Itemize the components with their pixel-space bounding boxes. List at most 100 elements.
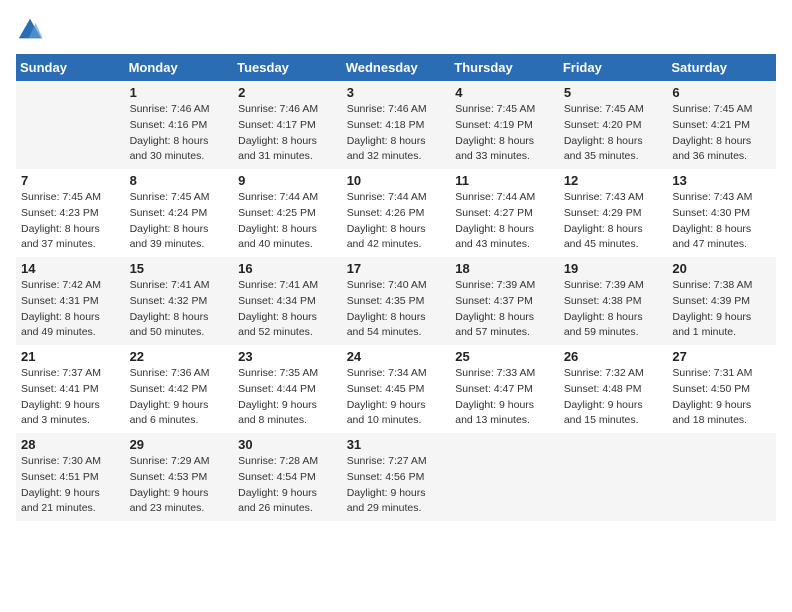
calendar-cell: 16 Sunrise: 7:41 AMSunset: 4:34 PMDaylig…: [233, 257, 342, 345]
day-number: 18: [455, 261, 554, 276]
day-info: Sunrise: 7:45 AMSunset: 4:24 PMDaylight:…: [130, 190, 229, 253]
day-info: Sunrise: 7:45 AMSunset: 4:21 PMDaylight:…: [672, 102, 771, 165]
day-number: 15: [130, 261, 229, 276]
day-info: Sunrise: 7:39 AMSunset: 4:37 PMDaylight:…: [455, 278, 554, 341]
calendar-cell: 23 Sunrise: 7:35 AMSunset: 4:44 PMDaylig…: [233, 345, 342, 433]
calendar-cell: 12 Sunrise: 7:43 AMSunset: 4:29 PMDaylig…: [559, 169, 668, 257]
calendar-cell: 10 Sunrise: 7:44 AMSunset: 4:26 PMDaylig…: [342, 169, 451, 257]
day-number: 1: [130, 85, 229, 100]
day-number: 22: [130, 349, 229, 364]
calendar-cell: 3 Sunrise: 7:46 AMSunset: 4:18 PMDayligh…: [342, 81, 451, 169]
calendar-cell: 2 Sunrise: 7:46 AMSunset: 4:17 PMDayligh…: [233, 81, 342, 169]
day-number: 19: [564, 261, 663, 276]
day-info: Sunrise: 7:45 AMSunset: 4:19 PMDaylight:…: [455, 102, 554, 165]
calendar-week-row: 7 Sunrise: 7:45 AMSunset: 4:23 PMDayligh…: [16, 169, 776, 257]
day-info: Sunrise: 7:32 AMSunset: 4:48 PMDaylight:…: [564, 366, 663, 429]
weekday-header: Tuesday: [233, 54, 342, 81]
day-number: 7: [21, 173, 120, 188]
day-info: Sunrise: 7:38 AMSunset: 4:39 PMDaylight:…: [672, 278, 771, 341]
day-info: Sunrise: 7:40 AMSunset: 4:35 PMDaylight:…: [347, 278, 446, 341]
page-header: [16, 16, 776, 44]
calendar-cell: 21 Sunrise: 7:37 AMSunset: 4:41 PMDaylig…: [16, 345, 125, 433]
day-info: Sunrise: 7:45 AMSunset: 4:23 PMDaylight:…: [21, 190, 120, 253]
calendar-cell: 17 Sunrise: 7:40 AMSunset: 4:35 PMDaylig…: [342, 257, 451, 345]
day-number: 6: [672, 85, 771, 100]
day-info: Sunrise: 7:45 AMSunset: 4:20 PMDaylight:…: [564, 102, 663, 165]
day-info: Sunrise: 7:44 AMSunset: 4:25 PMDaylight:…: [238, 190, 337, 253]
calendar-cell: 22 Sunrise: 7:36 AMSunset: 4:42 PMDaylig…: [125, 345, 234, 433]
day-number: 25: [455, 349, 554, 364]
calendar-cell: 24 Sunrise: 7:34 AMSunset: 4:45 PMDaylig…: [342, 345, 451, 433]
day-info: Sunrise: 7:43 AMSunset: 4:29 PMDaylight:…: [564, 190, 663, 253]
day-number: 20: [672, 261, 771, 276]
day-info: Sunrise: 7:27 AMSunset: 4:56 PMDaylight:…: [347, 454, 446, 517]
logo: [16, 16, 46, 44]
calendar-cell: 18 Sunrise: 7:39 AMSunset: 4:37 PMDaylig…: [450, 257, 559, 345]
day-info: Sunrise: 7:34 AMSunset: 4:45 PMDaylight:…: [347, 366, 446, 429]
calendar-cell: 11 Sunrise: 7:44 AMSunset: 4:27 PMDaylig…: [450, 169, 559, 257]
day-info: Sunrise: 7:35 AMSunset: 4:44 PMDaylight:…: [238, 366, 337, 429]
calendar-cell: 26 Sunrise: 7:32 AMSunset: 4:48 PMDaylig…: [559, 345, 668, 433]
calendar-cell: [16, 81, 125, 169]
weekday-header: Sunday: [16, 54, 125, 81]
day-number: 27: [672, 349, 771, 364]
day-number: 17: [347, 261, 446, 276]
day-number: 2: [238, 85, 337, 100]
calendar-cell: 28 Sunrise: 7:30 AMSunset: 4:51 PMDaylig…: [16, 433, 125, 521]
day-info: Sunrise: 7:36 AMSunset: 4:42 PMDaylight:…: [130, 366, 229, 429]
day-info: Sunrise: 7:33 AMSunset: 4:47 PMDaylight:…: [455, 366, 554, 429]
day-number: 8: [130, 173, 229, 188]
day-number: 4: [455, 85, 554, 100]
calendar-cell: [667, 433, 776, 521]
calendar-cell: 1 Sunrise: 7:46 AMSunset: 4:16 PMDayligh…: [125, 81, 234, 169]
day-info: Sunrise: 7:46 AMSunset: 4:16 PMDaylight:…: [130, 102, 229, 165]
day-number: 5: [564, 85, 663, 100]
calendar-cell: 4 Sunrise: 7:45 AMSunset: 4:19 PMDayligh…: [450, 81, 559, 169]
calendar-cell: 29 Sunrise: 7:29 AMSunset: 4:53 PMDaylig…: [125, 433, 234, 521]
day-number: 9: [238, 173, 337, 188]
calendar-cell: 19 Sunrise: 7:39 AMSunset: 4:38 PMDaylig…: [559, 257, 668, 345]
day-number: 23: [238, 349, 337, 364]
day-info: Sunrise: 7:46 AMSunset: 4:17 PMDaylight:…: [238, 102, 337, 165]
day-info: Sunrise: 7:41 AMSunset: 4:32 PMDaylight:…: [130, 278, 229, 341]
calendar-cell: 30 Sunrise: 7:28 AMSunset: 4:54 PMDaylig…: [233, 433, 342, 521]
calendar-cell: 5 Sunrise: 7:45 AMSunset: 4:20 PMDayligh…: [559, 81, 668, 169]
logo-icon: [16, 16, 44, 44]
header-row: SundayMondayTuesdayWednesdayThursdayFrid…: [16, 54, 776, 81]
calendar-cell: 14 Sunrise: 7:42 AMSunset: 4:31 PMDaylig…: [16, 257, 125, 345]
day-info: Sunrise: 7:42 AMSunset: 4:31 PMDaylight:…: [21, 278, 120, 341]
day-info: Sunrise: 7:29 AMSunset: 4:53 PMDaylight:…: [130, 454, 229, 517]
calendar-cell: 27 Sunrise: 7:31 AMSunset: 4:50 PMDaylig…: [667, 345, 776, 433]
calendar-table: SundayMondayTuesdayWednesdayThursdayFrid…: [16, 54, 776, 521]
calendar-cell: 15 Sunrise: 7:41 AMSunset: 4:32 PMDaylig…: [125, 257, 234, 345]
calendar-week-row: 21 Sunrise: 7:37 AMSunset: 4:41 PMDaylig…: [16, 345, 776, 433]
calendar-cell: 8 Sunrise: 7:45 AMSunset: 4:24 PMDayligh…: [125, 169, 234, 257]
day-info: Sunrise: 7:31 AMSunset: 4:50 PMDaylight:…: [672, 366, 771, 429]
calendar-cell: 20 Sunrise: 7:38 AMSunset: 4:39 PMDaylig…: [667, 257, 776, 345]
day-info: Sunrise: 7:44 AMSunset: 4:26 PMDaylight:…: [347, 190, 446, 253]
calendar-cell: [450, 433, 559, 521]
weekday-header: Monday: [125, 54, 234, 81]
calendar-cell: 7 Sunrise: 7:45 AMSunset: 4:23 PMDayligh…: [16, 169, 125, 257]
calendar-cell: 25 Sunrise: 7:33 AMSunset: 4:47 PMDaylig…: [450, 345, 559, 433]
day-info: Sunrise: 7:41 AMSunset: 4:34 PMDaylight:…: [238, 278, 337, 341]
calendar-cell: 9 Sunrise: 7:44 AMSunset: 4:25 PMDayligh…: [233, 169, 342, 257]
day-number: 31: [347, 437, 446, 452]
day-info: Sunrise: 7:28 AMSunset: 4:54 PMDaylight:…: [238, 454, 337, 517]
calendar-week-row: 14 Sunrise: 7:42 AMSunset: 4:31 PMDaylig…: [16, 257, 776, 345]
day-number: 11: [455, 173, 554, 188]
day-number: 10: [347, 173, 446, 188]
day-info: Sunrise: 7:39 AMSunset: 4:38 PMDaylight:…: [564, 278, 663, 341]
calendar-week-row: 28 Sunrise: 7:30 AMSunset: 4:51 PMDaylig…: [16, 433, 776, 521]
day-info: Sunrise: 7:37 AMSunset: 4:41 PMDaylight:…: [21, 366, 120, 429]
day-number: 26: [564, 349, 663, 364]
weekday-header: Thursday: [450, 54, 559, 81]
calendar-cell: [559, 433, 668, 521]
calendar-cell: 6 Sunrise: 7:45 AMSunset: 4:21 PMDayligh…: [667, 81, 776, 169]
calendar-week-row: 1 Sunrise: 7:46 AMSunset: 4:16 PMDayligh…: [16, 81, 776, 169]
weekday-header: Friday: [559, 54, 668, 81]
day-number: 3: [347, 85, 446, 100]
day-number: 28: [21, 437, 120, 452]
calendar-cell: 13 Sunrise: 7:43 AMSunset: 4:30 PMDaylig…: [667, 169, 776, 257]
calendar-cell: 31 Sunrise: 7:27 AMSunset: 4:56 PMDaylig…: [342, 433, 451, 521]
